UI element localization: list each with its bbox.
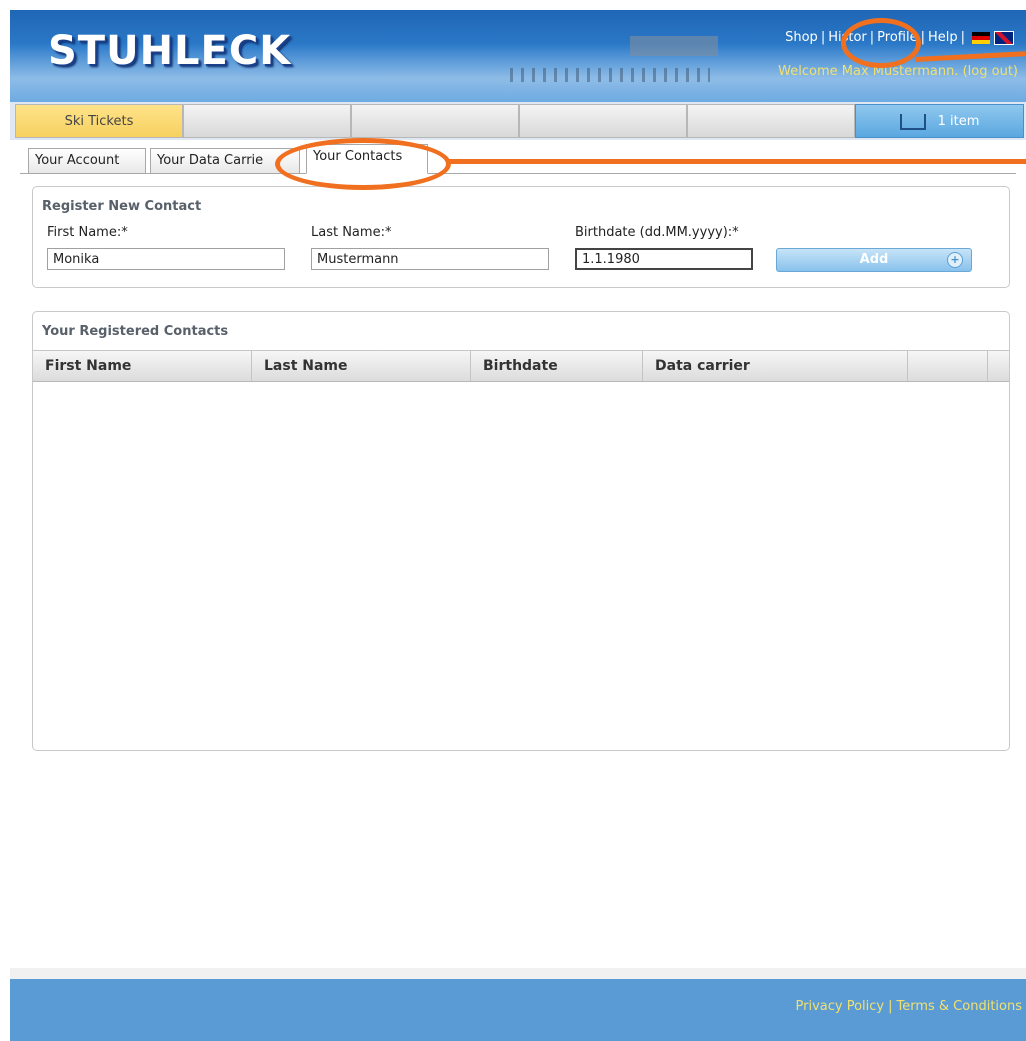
tab-blank-1[interactable] xyxy=(183,104,351,138)
german-flag-icon[interactable] xyxy=(972,31,990,44)
column-scroll-spacer xyxy=(988,351,1009,381)
stuhleck-logo[interactable]: STUHLECK xyxy=(48,28,291,74)
cart-count: 1 item xyxy=(937,114,980,129)
help-link[interactable]: Help xyxy=(928,30,958,45)
header-mountain-hut xyxy=(630,36,718,56)
column-actions xyxy=(908,351,988,381)
registered-contacts-title: Your Registered Contacts xyxy=(42,324,229,339)
last-name-label: Last Name:* xyxy=(311,225,392,240)
register-contact-title: Register New Contact xyxy=(42,199,202,214)
cart-button[interactable]: 1 item xyxy=(855,104,1024,138)
tab-ski-tickets[interactable]: Ski Tickets xyxy=(15,104,183,138)
add-contact-button[interactable]: Add + xyxy=(776,248,972,272)
first-name-input[interactable] xyxy=(47,248,285,270)
highlight-circle-profile xyxy=(841,18,921,68)
last-name-input[interactable] xyxy=(311,248,549,270)
privacy-policy-link[interactable]: Privacy Policy xyxy=(796,999,885,1014)
birthdate-label: Birthdate (dd.MM.yyyy):* xyxy=(575,225,739,240)
contacts-table-body xyxy=(33,382,1009,748)
add-button-label: Add xyxy=(859,252,889,267)
uk-flag-icon[interactable] xyxy=(994,30,1014,45)
plus-circle-icon: + xyxy=(947,252,963,268)
highlight-circle-contacts xyxy=(275,138,451,190)
tab-blank-3[interactable] xyxy=(519,104,687,138)
shop-link[interactable]: Shop xyxy=(785,30,818,45)
column-first-name[interactable]: First Name xyxy=(33,351,252,381)
registered-contacts-panel: Your Registered Contacts First Name Last… xyxy=(32,311,1010,751)
page-frame: STUHLECK Shop | Histor | Profile | Help | Welco… xyxy=(10,10,1026,1041)
header-skiers xyxy=(510,68,710,82)
logout-link[interactable]: (log out) xyxy=(963,64,1018,79)
separator: | xyxy=(960,30,965,45)
column-birthdate[interactable]: Birthdate xyxy=(471,351,643,381)
separator: | xyxy=(820,30,826,45)
first-name-label: First Name:* xyxy=(47,225,128,240)
separator: | xyxy=(888,999,893,1014)
tab-blank-4[interactable] xyxy=(687,104,855,138)
highlight-line-contacts xyxy=(448,159,1026,164)
main-navigation: Ski Tickets 1 item xyxy=(10,102,1026,140)
column-last-name[interactable]: Last Name xyxy=(252,351,471,381)
tab-blank-2[interactable] xyxy=(351,104,519,138)
welcome-message: Welcome Max Mustermann. (log out) xyxy=(778,64,1018,79)
footer-links: Privacy Policy | Terms & Conditions xyxy=(796,999,1023,1014)
shopping-cart-icon xyxy=(899,113,926,130)
contacts-table-header: First Name Last Name Birthdate Data carr… xyxy=(33,350,1009,382)
terms-conditions-link[interactable]: Terms & Conditions xyxy=(897,999,1023,1014)
birthdate-input[interactable] xyxy=(575,248,753,270)
site-footer: Privacy Policy | Terms & Conditions xyxy=(10,979,1026,1041)
separator: | xyxy=(920,30,925,45)
footer-divider xyxy=(10,968,1026,979)
subtab-your-account[interactable]: Your Account xyxy=(28,148,146,174)
column-data-carrier[interactable]: Data carrier xyxy=(643,351,908,381)
register-contact-panel: Register New Contact First Name:* Last N… xyxy=(32,186,1010,288)
